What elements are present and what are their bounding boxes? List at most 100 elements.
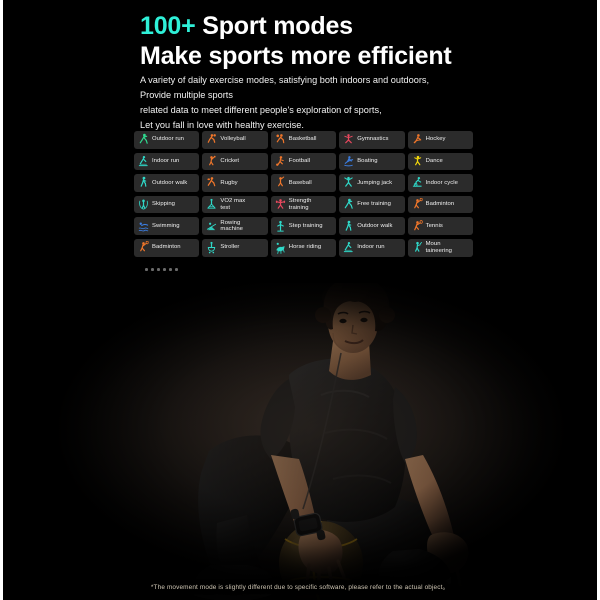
sport-mode-tile[interactable]: Rowing machine	[202, 217, 268, 235]
sport-mode-tile[interactable]: Basketball	[270, 131, 337, 149]
cricket-icon	[206, 155, 217, 168]
mountaineering-icon	[412, 241, 423, 254]
swimming-icon	[138, 220, 149, 233]
sport-mode-label: Volleyball	[220, 136, 246, 143]
sport-mode-tile[interactable]: Indoor cycle	[407, 174, 473, 192]
disclaimer-text: *The movement mode is slightly different…	[150, 584, 450, 591]
page-title: 100+ Sport modes Make sports more effici…	[140, 12, 500, 71]
skipping-icon	[138, 198, 149, 211]
description-line-3: related data to meet different people's …	[140, 104, 382, 115]
description-line-2: Provide multiple sports	[140, 89, 233, 100]
pagination-dot[interactable]	[151, 268, 154, 271]
sport-mode-label: Rowing machine	[220, 219, 244, 233]
sport-mode-label: Skipping	[152, 201, 175, 208]
page-subtitle: Make sports more efficient	[140, 41, 452, 70]
sport-mode-label: Football	[288, 158, 311, 165]
sport-mode-label: Outdoor run	[152, 136, 184, 143]
sport-mode-tile[interactable]: VO2 max test	[202, 195, 268, 214]
pagination-dots[interactable]	[145, 268, 179, 271]
football-icon	[275, 155, 286, 168]
pagination-dot[interactable]	[145, 268, 148, 271]
sport-mode-label: Badminton	[425, 201, 455, 208]
sport-mode-label: Step training	[288, 222, 323, 229]
pagination-dot[interactable]	[169, 268, 172, 271]
sport-mode-label: Outdoor walk	[357, 222, 393, 229]
sport-mode-grid: Outdoor run Volleyball Basketball Gymnastic…	[134, 131, 473, 257]
sport-mode-label: Dance	[425, 158, 443, 165]
sport-mode-tile[interactable]: Indoor run	[134, 152, 200, 171]
sport-mode-count: 100+	[140, 12, 196, 40]
strength-icon	[275, 198, 286, 211]
sport-mode-label: Swimming	[152, 222, 180, 229]
sport-mode-tile[interactable]: Stroller	[202, 238, 268, 257]
sport-mode-label: Moun taineering	[425, 241, 452, 254]
sport-mode-tile[interactable]: Tennis	[407, 217, 473, 235]
hockey-icon	[412, 133, 423, 146]
description-line-1: A variety of daily exercise modes, satis…	[140, 75, 430, 85]
basketball-icon	[275, 133, 286, 146]
sport-mode-tile[interactable]: Volleyball	[202, 131, 268, 149]
sport-mode-label: Indoor cycle	[425, 179, 458, 186]
sport-mode-tile[interactable]: Badminton	[407, 195, 473, 214]
sport-mode-tile[interactable]: Outdoor walk	[339, 217, 405, 235]
sport-mode-tile[interactable]: Swimming	[134, 217, 200, 235]
sport-mode-tile[interactable]: Gymnastics	[339, 131, 405, 149]
sport-mode-label: Gymnastics	[357, 136, 389, 143]
sport-mode-tile[interactable]: Dance	[407, 152, 473, 171]
sport-mode-tile[interactable]: Jumping jack	[339, 174, 405, 192]
rowing-icon	[206, 220, 217, 233]
sport-mode-tile[interactable]: Rugby	[202, 174, 268, 192]
sport-mode-tile[interactable]: Strength training	[270, 195, 337, 214]
sport-mode-label: Indoor run	[357, 244, 385, 251]
sport-mode-tile[interactable]: Cricket	[202, 152, 268, 171]
sport-mode-label: Basketball	[288, 136, 317, 143]
sport-mode-label: VO2 max test	[220, 197, 246, 211]
sport-mode-tile[interactable]: Outdoor run	[134, 131, 200, 149]
description-paragraph: A variety of daily exercise modes, satis…	[140, 73, 500, 133]
hero-photo	[3, 283, 597, 600]
pagination-dot[interactable]	[163, 268, 166, 271]
sport-mode-tile[interactable]: Step training	[270, 217, 337, 235]
sport-mode-label: Indoor run	[152, 158, 180, 165]
gymnastics-icon	[343, 133, 354, 146]
pagination-dot[interactable]	[175, 268, 179, 271]
product-feature-page: 100+ Sport modes Make sports more effici…	[0, 0, 600, 600]
sport-mode-label: Stroller	[220, 244, 240, 251]
horse-riding-icon	[275, 241, 286, 255]
sport-mode-tile[interactable]: Free training	[339, 195, 405, 214]
sport-mode-label: Badminton	[152, 244, 181, 251]
hero-vignette	[3, 283, 597, 600]
sport-mode-label: Jumping jack	[357, 179, 393, 186]
tennis-icon	[412, 219, 423, 233]
walker-icon	[138, 176, 149, 189]
dance-icon	[412, 155, 423, 168]
sport-mode-label: Boating	[357, 158, 378, 165]
sport-mode-tile[interactable]: Outdoor walk	[134, 174, 200, 192]
runner-icon	[138, 133, 149, 146]
badminton-icon	[412, 198, 423, 211]
treadmill-icon	[138, 155, 149, 168]
sport-mode-label: Tennis	[425, 222, 443, 229]
sport-mode-tile[interactable]: Indoor run	[339, 238, 405, 257]
sport-mode-tile[interactable]: Skipping	[134, 195, 200, 214]
sport-mode-tile[interactable]: Baseball	[270, 174, 337, 192]
sport-mode-label: Hockey	[425, 136, 446, 143]
sport-mode-label: Rugby	[220, 179, 238, 186]
sport-mode-label: Free training	[357, 201, 391, 208]
jumping-jack-icon	[343, 176, 354, 189]
boating-icon	[343, 155, 354, 168]
walker-icon	[343, 220, 354, 233]
pagination-dot[interactable]	[157, 268, 160, 271]
sport-mode-tile[interactable]: Football	[270, 152, 337, 171]
sport-mode-tile[interactable]: Horse riding	[270, 238, 337, 257]
sport-mode-tile[interactable]: Hockey	[407, 131, 473, 149]
sport-mode-label: Outdoor walk	[152, 179, 188, 186]
sport-mode-label: Cricket	[220, 158, 240, 165]
sport-mode-label: Baseball	[288, 179, 312, 186]
left-rail	[0, 0, 3, 600]
sport-mode-label: Horse riding	[288, 244, 322, 251]
page-title-rest: Sport modes	[195, 12, 353, 40]
sport-mode-tile[interactable]: Moun taineering	[407, 238, 473, 257]
sport-mode-tile[interactable]: Badminton	[134, 238, 200, 257]
sport-mode-tile[interactable]: Boating	[339, 152, 405, 171]
